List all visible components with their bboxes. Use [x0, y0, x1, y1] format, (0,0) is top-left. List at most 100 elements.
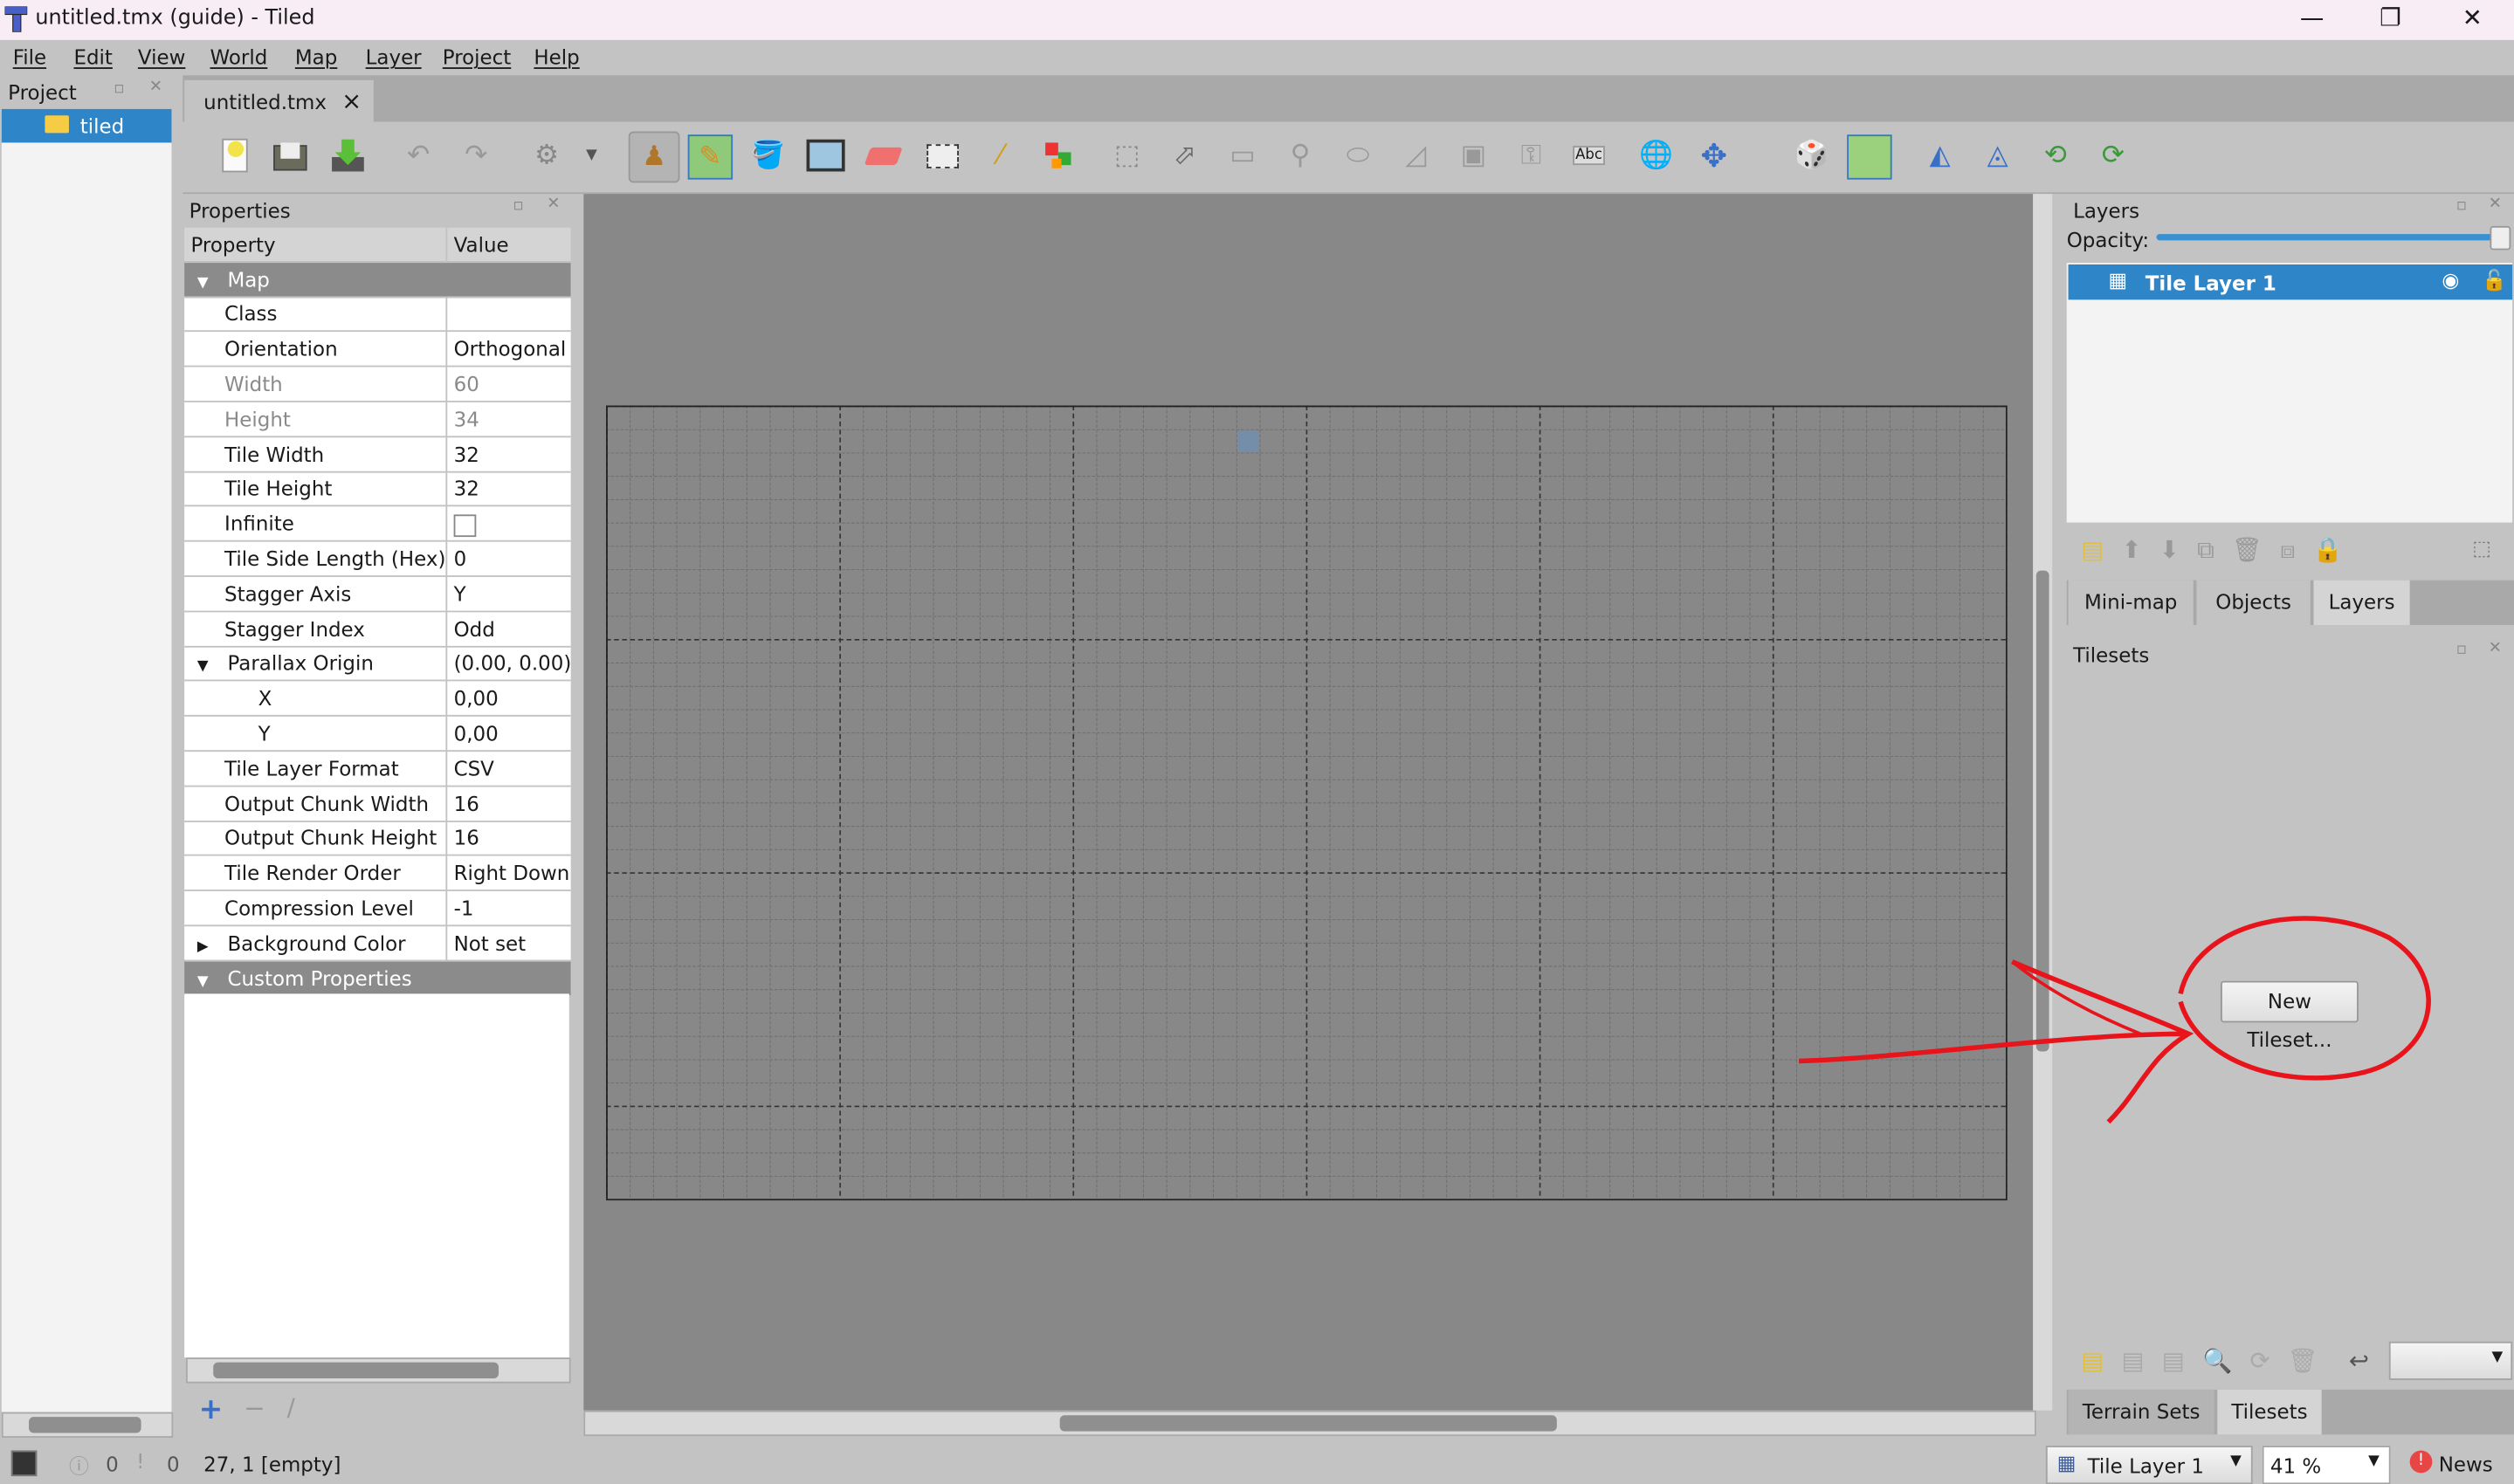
property-value[interactable]: CSV — [446, 751, 572, 787]
property-value[interactable]: Orthogonal — [446, 331, 572, 368]
new-layer-icon[interactable]: ▤ — [2081, 535, 2121, 564]
property-row[interactable]: Y 0,00 — [184, 716, 572, 752]
commands-icon[interactable]: ⚙ — [526, 134, 568, 176]
menu-world[interactable]: World — [210, 45, 268, 69]
menu-edit[interactable]: Edit — [73, 45, 112, 69]
opacity-slider[interactable] — [2156, 234, 2498, 241]
property-row[interactable]: Tile Height 32 — [184, 471, 572, 507]
tab-untitled[interactable]: untitled.tmx × — [184, 79, 374, 122]
rotate-right-icon[interactable]: ⟳ — [2092, 134, 2134, 176]
insert-text-icon[interactable]: Abc — [1568, 134, 1610, 176]
close-panel-icon[interactable]: ✕ — [547, 196, 560, 213]
column-property[interactable]: Property — [184, 227, 448, 263]
property-row[interactable]: Compression Level -1 — [184, 890, 572, 927]
property-value[interactable]: 0 — [446, 540, 572, 577]
replace-tileset-icon[interactable]: ⟳ — [2250, 1346, 2288, 1375]
rotate-left-icon[interactable]: ⟲ — [2035, 134, 2077, 176]
property-row[interactable]: Width 60 — [184, 366, 572, 402]
property-value[interactable]: Odd — [446, 611, 572, 647]
merge-layer-icon[interactable]: ⧈ — [2280, 535, 2313, 564]
flip-vertical-icon[interactable]: ◬ — [1977, 134, 2019, 176]
insert-tile-icon[interactable]: ▣ — [1453, 134, 1495, 176]
property-value[interactable]: Y — [446, 576, 572, 612]
column-value[interactable]: Value — [446, 227, 572, 263]
lock-layer-icon[interactable]: 🔒 — [2313, 535, 2361, 564]
remove-tileset-icon[interactable]: 🗑 — [2288, 1346, 2336, 1375]
add-property-icon[interactable]: + — [199, 1393, 224, 1427]
property-row[interactable]: Stagger Axis Y — [184, 576, 572, 612]
menu-view[interactable]: View — [138, 45, 185, 69]
current-layer-combo[interactable]: ▦ Tile Layer 1 ▼ — [2045, 1446, 2253, 1484]
property-value[interactable]: Not set — [446, 925, 572, 962]
close-panel-icon[interactable]: ✕ — [2489, 640, 2502, 657]
minimize-button[interactable]: — — [2288, 3, 2336, 36]
tileset-dropdown[interactable]: ▼ — [2388, 1341, 2513, 1380]
property-row[interactable]: ▼ Parallax Origin (0.00, 0.00) — [184, 646, 572, 682]
edit-polygons-icon[interactable]: ⬀ — [1164, 134, 1206, 176]
close-panel-icon[interactable]: ✕ — [2489, 196, 2502, 213]
close-panel-icon[interactable]: ✕ — [149, 79, 162, 96]
insert-point-icon[interactable]: ⚲ — [1279, 134, 1321, 176]
undo-icon[interactable]: ↶ — [397, 134, 439, 176]
property-value[interactable]: 16 — [446, 786, 572, 822]
bucket-fill-icon[interactable]: 🪣 — [747, 134, 789, 176]
back-icon[interactable]: ↩ — [2349, 1346, 2369, 1375]
property-row[interactable]: Stagger Index Odd — [184, 611, 572, 647]
shape-fill-icon[interactable] — [805, 134, 847, 176]
project-tree[interactable] — [1, 108, 172, 1412]
random-mode-icon[interactable]: 🎲 — [1791, 134, 1833, 176]
wang-fill-icon[interactable] — [1847, 134, 1892, 180]
tab-terrain-sets[interactable]: Terrain Sets — [2068, 1389, 2214, 1435]
property-row[interactable]: Orientation Orthogonal — [184, 331, 572, 368]
property-row[interactable]: Tile Width 32 — [184, 436, 572, 472]
restore-button[interactable]: ❐ — [2366, 3, 2414, 36]
property-row[interactable]: Infinite — [184, 505, 572, 542]
flip-horizontal-icon[interactable]: ◭ — [1919, 134, 1961, 176]
commands-dropdown-icon[interactable]: ▼ — [571, 134, 613, 176]
news-button[interactable]: News — [2439, 1453, 2493, 1477]
insert-polygon-icon[interactable]: ◿ — [1395, 134, 1436, 176]
insert-ellipse-icon[interactable]: ⬭ — [1337, 134, 1379, 176]
warning-icon[interactable]: ! — [136, 1449, 144, 1474]
insert-template-icon[interactable]: ⚿ — [1511, 134, 1553, 176]
menu-project[interactable]: Project — [443, 45, 512, 69]
remove-property-icon[interactable]: − — [244, 1393, 265, 1424]
insert-rectangle-icon[interactable]: ▭ — [1222, 134, 1264, 176]
property-value[interactable]: 60 — [446, 366, 572, 402]
opacity-slider-handle[interactable] — [2490, 225, 2511, 251]
open-icon[interactable] — [269, 134, 311, 176]
delete-layer-icon[interactable]: 🗑 — [2232, 535, 2280, 564]
lock-icon[interactable]: 🔓 — [2482, 268, 2507, 293]
menu-layer[interactable]: Layer — [366, 45, 422, 69]
menu-map[interactable]: Map — [295, 45, 337, 69]
project-item-tiled[interactable]: tiled — [1, 108, 172, 143]
property-value[interactable]: 0,00 — [446, 716, 572, 752]
horizontal-scrollbar[interactable] — [583, 1410, 2036, 1437]
tab-mini-map[interactable]: Mini-map — [2068, 580, 2194, 626]
visibility-eye-icon[interactable]: ◉ — [2442, 268, 2459, 292]
error-icon[interactable]: ⓘ — [69, 1449, 89, 1480]
new-tileset-icon[interactable]: ▤ — [2081, 1346, 2121, 1375]
property-value[interactable]: Right Down — [446, 855, 572, 892]
duplicate-layer-icon[interactable]: ⧉ — [2197, 535, 2232, 564]
save-icon[interactable] — [327, 134, 369, 176]
property-value[interactable]: 34 — [446, 401, 572, 437]
new-tileset-button[interactable]: New Tileset... — [2220, 980, 2359, 1051]
new-map-icon[interactable] — [215, 134, 257, 176]
export-tileset-icon[interactable]: ▤ — [2162, 1346, 2202, 1375]
float-icon[interactable]: ▫ — [2456, 197, 2467, 215]
property-row[interactable]: X 0,00 — [184, 681, 572, 718]
property-value[interactable]: 16 — [446, 821, 572, 857]
property-value[interactable]: 0,00 — [446, 681, 572, 718]
property-value[interactable] — [446, 505, 572, 542]
menu-help[interactable]: Help — [534, 45, 579, 69]
group-map[interactable]: ▼ Map — [184, 261, 573, 298]
close-window-button[interactable]: ✕ — [2449, 3, 2497, 36]
rect-select-icon[interactable] — [922, 134, 964, 176]
infinite-checkbox[interactable] — [453, 513, 477, 537]
stamp-brush-icon[interactable]: ♟ — [628, 131, 680, 183]
float-icon[interactable]: ▫ — [114, 80, 124, 98]
select-same-tile-icon[interactable] — [1037, 134, 1079, 176]
lower-layer-icon[interactable]: ⬇ — [2159, 535, 2197, 564]
select-objects-icon[interactable]: ⬚ — [1106, 134, 1148, 176]
